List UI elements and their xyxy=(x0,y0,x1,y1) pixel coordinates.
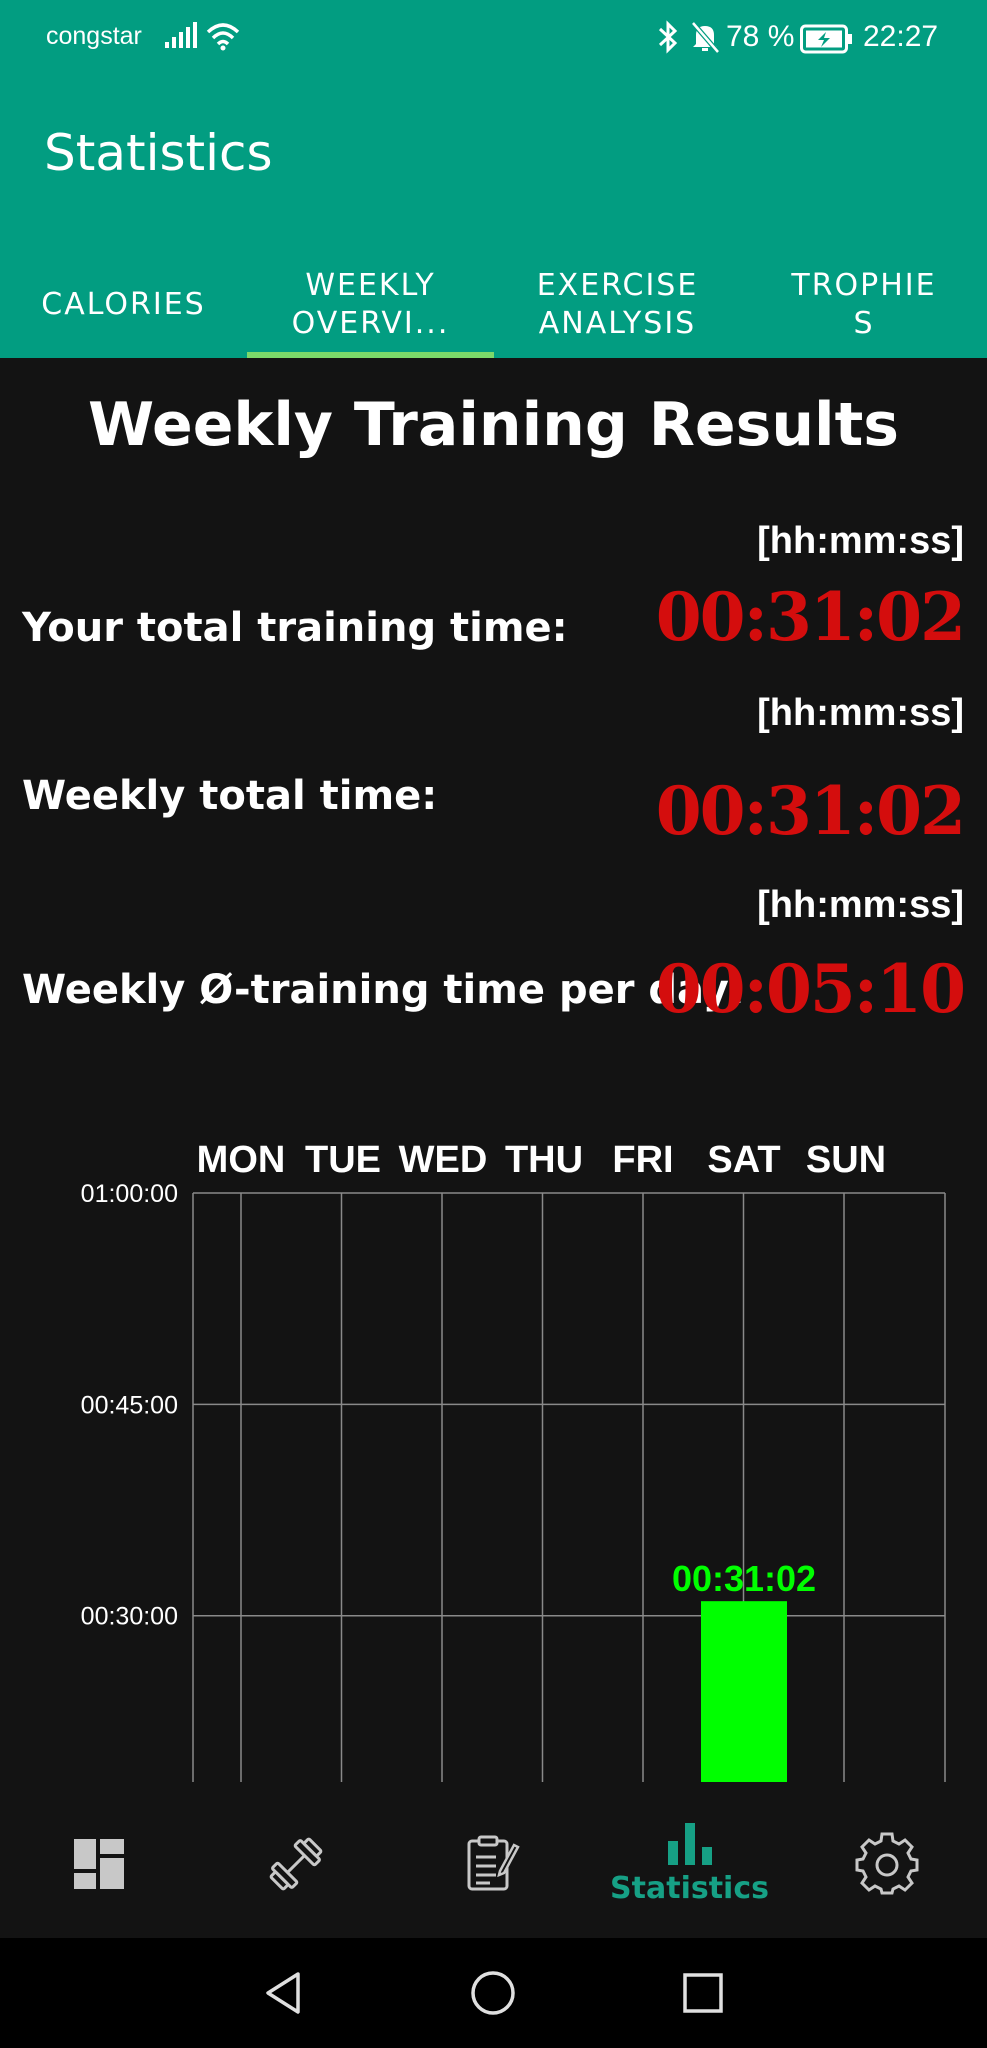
page-title: Statistics xyxy=(44,124,273,182)
x-category-label: SUN xyxy=(806,1139,886,1181)
x-category-label: TUE xyxy=(305,1139,381,1181)
y-tick-label: 00:30:00 xyxy=(81,1603,178,1631)
app-header: congstar 78 % 22:27 Statistics CALORIES … xyxy=(0,0,987,358)
nav-statistics-label: Statistics xyxy=(610,1870,769,1906)
nav-settings[interactable] xyxy=(788,1790,985,1938)
bar-data-label: 00:31:02 xyxy=(672,1558,816,1599)
bottom-navigation: Statistics xyxy=(0,1790,987,1938)
bluetooth-icon xyxy=(656,20,680,58)
section-title: Weekly Training Results xyxy=(88,390,899,460)
gear-icon xyxy=(855,1832,918,1895)
x-category-label: MON xyxy=(197,1139,286,1181)
battery-percent: 78 % xyxy=(726,20,795,53)
y-tick-label: 01:00:00 xyxy=(81,1180,178,1208)
tab-exercise-analysis[interactable]: EXERCISE ANALYSIS xyxy=(494,252,741,358)
bell-muted-icon xyxy=(690,20,720,58)
statistics-icon xyxy=(667,1822,712,1865)
average-time-per-day-label: Weekly Ø-training time per day: xyxy=(22,967,745,1013)
dashboard-icon xyxy=(73,1839,124,1889)
x-category-label: WED xyxy=(399,1139,488,1181)
x-category-label: FRI xyxy=(612,1139,673,1181)
signal-icon xyxy=(165,22,199,54)
clock: 22:27 xyxy=(863,20,939,53)
unit-label: [hh:mm:ss] xyxy=(757,692,964,734)
dumbbell-icon xyxy=(269,1837,322,1891)
x-category-label: THU xyxy=(505,1139,583,1181)
home-icon[interactable] xyxy=(470,1970,516,2016)
tab-weekly-overview[interactable]: WEEKLY OVERVI... xyxy=(247,252,494,358)
tab-trophies[interactable]: TROPHIE S xyxy=(741,252,987,358)
carrier-name: congstar xyxy=(46,22,142,50)
weekly-total-time-label: Weekly total time: xyxy=(22,773,438,819)
bar xyxy=(701,1601,787,1782)
weekly-bar-chart: 01:00:00 00:45:00 00:30:00 MON TUE WED THU FRI S… xyxy=(81,1139,946,1782)
average-time-per-day-value: 00:05:10 xyxy=(655,950,966,1028)
nav-statistics[interactable]: Statistics xyxy=(591,1790,788,1938)
unit-label: [hh:mm:ss] xyxy=(757,520,964,562)
tab-calories[interactable]: CALORIES xyxy=(0,252,247,358)
recents-icon[interactable] xyxy=(682,1972,724,2014)
unit-label: [hh:mm:ss] xyxy=(757,884,964,926)
nav-exercises[interactable] xyxy=(197,1790,394,1938)
battery-icon xyxy=(800,24,854,58)
y-tick-label: 00:45:00 xyxy=(81,1391,178,1419)
nav-dashboard[interactable] xyxy=(0,1790,197,1938)
back-icon[interactable] xyxy=(262,1970,304,2016)
total-training-time-value: 00:31:02 xyxy=(655,578,966,656)
nav-notes[interactable] xyxy=(394,1790,591,1938)
total-training-time-label: Your total training time: xyxy=(22,605,568,651)
wifi-icon xyxy=(206,22,240,56)
active-tab-indicator xyxy=(247,352,494,358)
weekly-total-time-value: 00:31:02 xyxy=(655,772,966,850)
notes-icon xyxy=(467,1835,520,1891)
system-navigation-bar xyxy=(0,1938,987,2048)
x-category-label: SAT xyxy=(707,1139,780,1181)
